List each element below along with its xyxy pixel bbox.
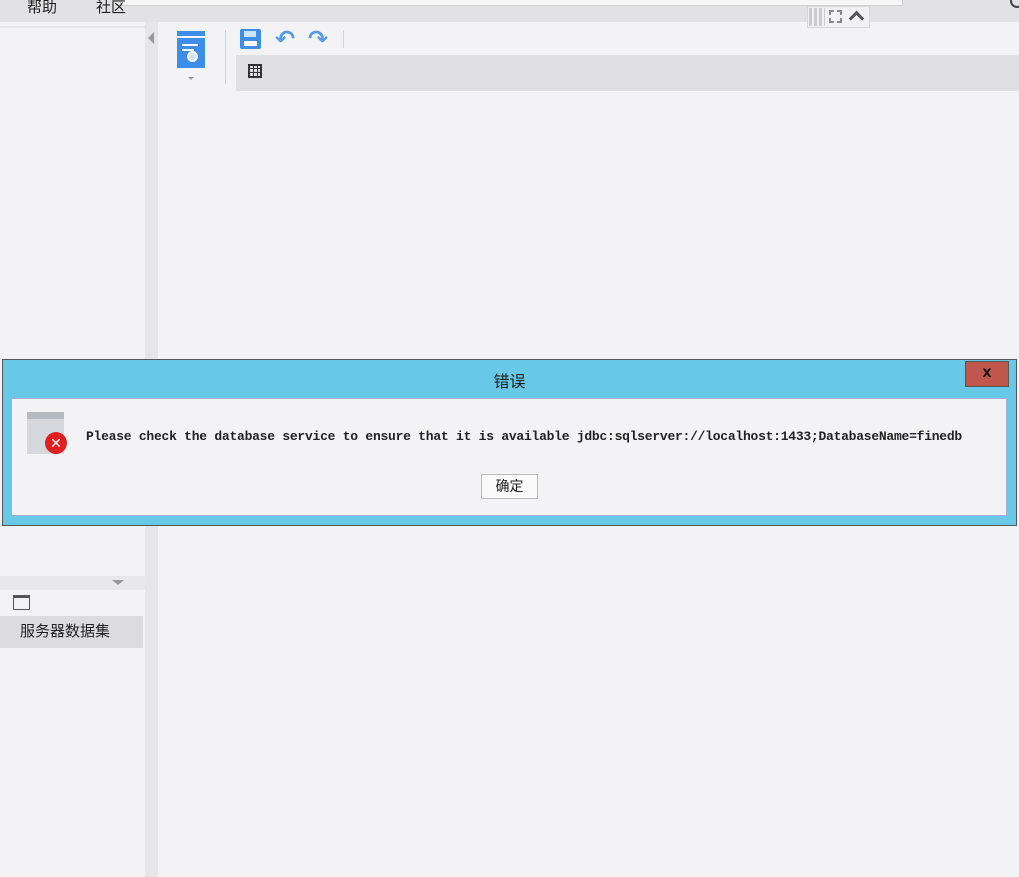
ok-button[interactable]: 确定 <box>481 474 538 499</box>
window-controls <box>807 6 870 28</box>
redo-icon[interactable]: ↷ <box>308 25 328 54</box>
server-dataset-item[interactable]: 服务器数据集 <box>0 616 143 648</box>
divider <box>225 30 226 84</box>
sheet-toolbar <box>236 55 1019 91</box>
close-button[interactable]: x <box>965 361 1009 387</box>
undo-icon[interactable]: ↶ <box>275 25 295 54</box>
dataset-icon-top <box>177 31 205 36</box>
error-icon: ✕ <box>27 412 67 454</box>
expand-down-icon[interactable] <box>112 580 124 585</box>
top-input-area[interactable] <box>120 0 903 6</box>
error-message: Please check the database service to ens… <box>86 429 962 444</box>
dialog-body: ✕ Please check the database service to e… <box>11 398 1007 516</box>
error-dialog: 错误 x ✕ Please check the database service… <box>2 359 1017 526</box>
save-icon[interactable] <box>240 29 261 49</box>
collapse-up-icon[interactable] <box>848 10 865 27</box>
insert-table-icon[interactable] <box>248 64 262 78</box>
grid-icon[interactable] <box>809 8 825 26</box>
dataset-panel-header <box>0 576 145 590</box>
menu-community[interactable]: 社区 <box>96 0 126 20</box>
dataset-query-icon[interactable] <box>177 38 205 68</box>
fullscreen-icon[interactable] <box>829 10 842 23</box>
menu-help[interactable]: 帮助 <box>27 0 57 20</box>
dialog-title: 错误 <box>493 374 526 391</box>
collapse-left-icon[interactable] <box>148 32 154 44</box>
divider <box>343 30 344 48</box>
dropdown-icon[interactable] <box>188 77 194 80</box>
server-dataset-icon[interactable] <box>13 595 30 610</box>
